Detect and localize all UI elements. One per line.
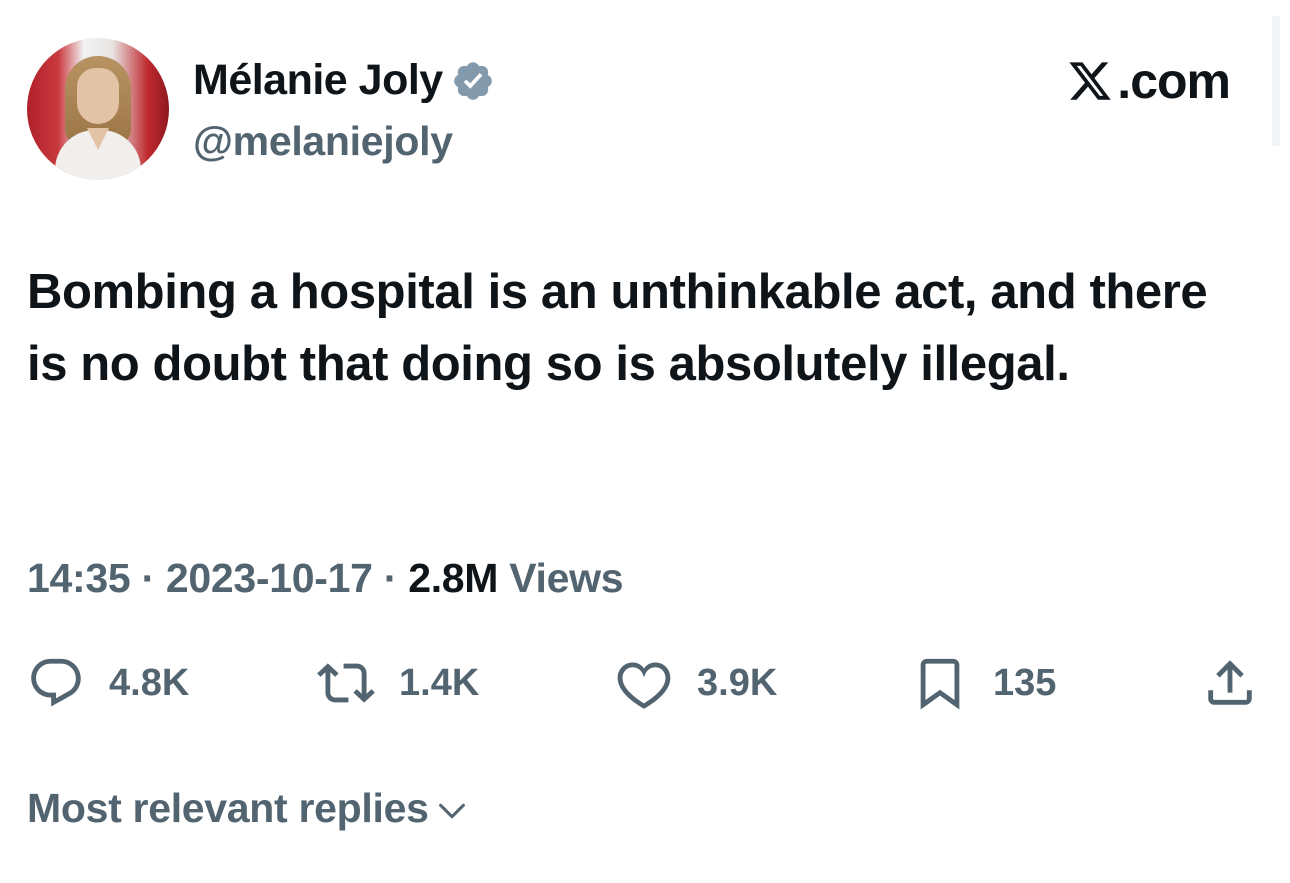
- tweet-time[interactable]: 14:35: [27, 555, 131, 601]
- repost-icon: [317, 663, 375, 703]
- x-com-label: .com: [1117, 53, 1231, 109]
- author-handle[interactable]: @melaniejoly: [193, 118, 453, 165]
- share-icon: [1208, 660, 1252, 705]
- replies-sort-dropdown[interactable]: Most relevant replies: [27, 785, 469, 832]
- views-count: 2.8M: [408, 555, 499, 601]
- like-count: 3.9K: [697, 661, 778, 704]
- bookmark-count: 135: [993, 661, 1057, 704]
- heart-icon: [617, 662, 671, 709]
- views-label: Views: [509, 555, 624, 601]
- tweet-text: Bombing a hospital is an unthinkable act…: [27, 265, 1208, 391]
- tweet-header: Mélanie Joly @melaniejoly .com: [27, 38, 1263, 180]
- scrollbar-track: [1272, 16, 1280, 146]
- avatar-face: [77, 68, 119, 124]
- x-com-brand: .com: [1065, 52, 1231, 110]
- avatar[interactable]: [27, 38, 169, 180]
- tweet-date[interactable]: 2023-10-17: [166, 555, 373, 601]
- like-button[interactable]: 3.9K: [615, 654, 777, 712]
- author-name-row: Mélanie Joly: [193, 56, 495, 105]
- bookmark-button[interactable]: 135: [911, 654, 1056, 712]
- author-display-name[interactable]: Mélanie Joly: [193, 56, 443, 105]
- reply-count: 4.8K: [109, 661, 190, 704]
- meta-separator: ·: [141, 555, 155, 601]
- share-button[interactable]: [1201, 654, 1259, 712]
- replies-sort-label: Most relevant replies: [27, 785, 429, 831]
- tweet-actions: 4.8K 1.4K 3.9K 135: [27, 654, 1263, 718]
- bookmark-icon: [920, 658, 960, 710]
- tweet-meta: 14:35 · 2023-10-17 · 2.8M Views: [27, 555, 624, 602]
- reply-button[interactable]: 4.8K: [27, 654, 189, 712]
- chevron-down-icon: [438, 803, 465, 818]
- meta-separator: ·: [383, 555, 398, 601]
- repost-button[interactable]: 1.4K: [317, 654, 479, 712]
- x-logo-icon: [1069, 62, 1112, 100]
- verified-badge-icon: [453, 61, 492, 100]
- repost-count: 1.4K: [399, 661, 480, 704]
- reply-icon: [31, 658, 81, 707]
